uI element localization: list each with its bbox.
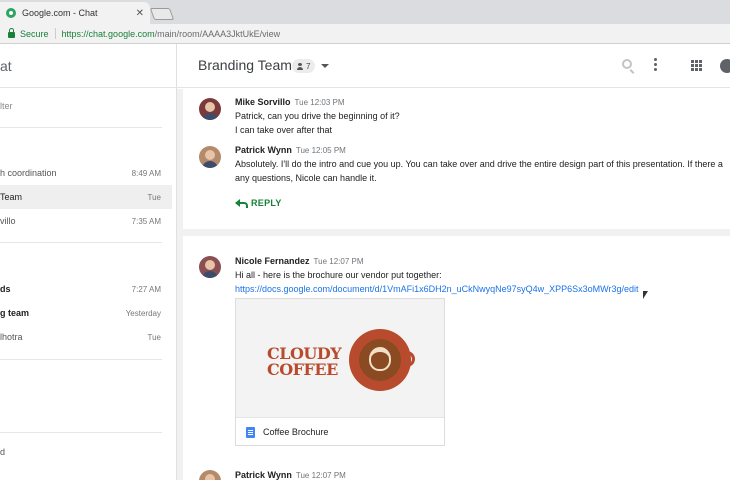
thread-card: Mike Sorvillo Tue 12:03 PM Patrick, can y… (183, 89, 730, 229)
message-author: Mike Sorvillo Tue 12:03 PM (235, 97, 344, 107)
message-text: Absolutely. I'll do the intro and cue yo… (235, 157, 723, 185)
search-icon[interactable] (622, 59, 632, 69)
message-time: Tue 12:07 PM (295, 471, 346, 480)
message-text: Hi all - here is the brochure our vendor… (235, 268, 639, 296)
document-link[interactable]: https://docs.google.com/document/d/1VmAF… (235, 282, 639, 296)
sidebar-bottom-item[interactable]: d (0, 447, 5, 457)
lock-icon (8, 27, 15, 38)
message-time: Tue 12:05 PM (295, 146, 346, 155)
sidebar-item-time: 7:35 AM (131, 216, 161, 226)
attachment-card[interactable]: CLOUDY COFFEE Coffee Brochure (235, 298, 445, 446)
cloudy-coffee-logo: CLOUDY COFFEE (267, 346, 342, 379)
sidebar-item-label: h coordination (0, 168, 57, 178)
brochure-preview[interactable]: CLOUDY COFFEE (236, 299, 444, 417)
author-name: Patrick Wynn (235, 470, 292, 480)
sidebar-item-time: Tue (147, 192, 162, 202)
author-name: Patrick Wynn (235, 145, 292, 155)
avatar[interactable] (199, 256, 221, 278)
reply-label: REPLY (251, 198, 282, 208)
reply-button[interactable]: REPLY (235, 198, 282, 208)
message-time: Tue 12:03 PM (294, 98, 345, 107)
message-line: Patrick, can you drive the beginning of … (235, 111, 400, 121)
google-docs-icon (246, 426, 255, 438)
person-icon (297, 62, 303, 70)
author-name: Nicole Fernandez (235, 256, 310, 266)
avatar[interactable] (199, 470, 221, 480)
account-avatar[interactable] (720, 59, 730, 73)
sidebar-item-sorvillo[interactable]: villo 7:35 AM (0, 209, 172, 233)
filter-input[interactable]: lter (0, 101, 13, 111)
address-bar[interactable]: Secure https://chat.google.com /main/roo… (0, 24, 730, 44)
message-text: Patrick, can you drive the beginning of … (235, 109, 400, 137)
new-tab-button[interactable] (149, 8, 175, 20)
avatar[interactable] (199, 146, 221, 168)
mouse-cursor-icon (643, 291, 649, 300)
member-count: 7 (306, 61, 311, 71)
sidebar: lter h coordination 8:49 AM Team Tue vil… (0, 89, 176, 480)
browser-tab[interactable]: Google.com - Chat ✕ (0, 2, 150, 24)
more-vert-icon[interactable] (654, 58, 657, 72)
sidebar-item-label: Team (0, 192, 23, 202)
avatar[interactable] (199, 98, 221, 120)
member-count-badge[interactable]: 7 (292, 59, 316, 73)
room-menu-chevron-down-icon[interactable] (321, 64, 329, 68)
sidebar-divider-2 (0, 242, 162, 243)
sidebar-item-time: 8:49 AM (131, 168, 161, 178)
sidebar-item-time: Tue (147, 332, 162, 342)
message-author: Patrick Wynn Tue 12:05 PM (235, 145, 346, 155)
room-title[interactable]: Branding Team (198, 57, 292, 73)
attachment-title: Coffee Brochure (263, 427, 329, 437)
sidebar-item-label: lhotra (0, 332, 23, 342)
sidebar-item-time: Yesterday (125, 308, 161, 318)
close-tab-icon[interactable]: ✕ (136, 8, 144, 19)
app-name: at (0, 58, 12, 74)
message-line: any questions, Nicole can handle it. (235, 173, 377, 183)
message-line: Absolutely. I'll do the intro and cue yo… (235, 159, 723, 169)
coffee-cup-icon (349, 329, 415, 391)
secure-label: Secure (20, 28, 49, 39)
sidebar-divider-4 (0, 432, 162, 433)
thread-card: Nicole Fernandez Tue 12:07 PM Hi all - he… (183, 236, 730, 480)
sidebar-item-label: g team (0, 308, 30, 318)
message-author: Nicole Fernandez Tue 12:07 PM (235, 256, 363, 266)
sidebar-item-g-team[interactable]: g team Yesterday (0, 301, 172, 325)
message-author: Patrick Wynn Tue 12:07 PM (235, 470, 346, 480)
apps-grid-icon[interactable] (691, 60, 702, 71)
url-host: https://chat.google.com (61, 28, 155, 39)
message-line: I can take over after that (235, 125, 333, 135)
sidebar-item-time: 7:27 AM (131, 284, 161, 294)
attachment-footer[interactable]: Coffee Brochure (236, 417, 444, 446)
message-time: Tue 12:07 PM (313, 257, 364, 266)
browser-tab-bar: Google.com - Chat ✕ (0, 0, 730, 24)
sidebar-item-coordination[interactable]: h coordination 8:49 AM (0, 161, 172, 185)
app-header: at Branding Team 7 (0, 44, 730, 88)
sidebar-divider-1 (0, 127, 162, 128)
message-stream: Mike Sorvillo Tue 12:03 PM Patrick, can y… (177, 89, 730, 480)
sidebar-divider-3 (0, 359, 162, 360)
sidebar-item-label: ds (0, 284, 11, 294)
message-line: Hi all - here is the brochure our vendor… (235, 270, 442, 280)
sidebar-item-ds[interactable]: ds 7:27 AM (0, 277, 172, 301)
tab-title: Google.com - Chat (22, 8, 98, 18)
author-name: Mike Sorvillo (235, 97, 291, 107)
sidebar-item-branding-team[interactable]: Team Tue (0, 185, 172, 209)
address-separator (54, 28, 56, 39)
logo-line: COFFEE (267, 360, 338, 379)
reply-icon (235, 199, 248, 208)
sidebar-item-malhotra[interactable]: lhotra Tue (0, 325, 172, 349)
chat-favicon-icon (6, 8, 16, 18)
url-path: /main/room/AAAA3JktUkE/view (154, 28, 281, 39)
sidebar-item-label: villo (0, 216, 16, 226)
